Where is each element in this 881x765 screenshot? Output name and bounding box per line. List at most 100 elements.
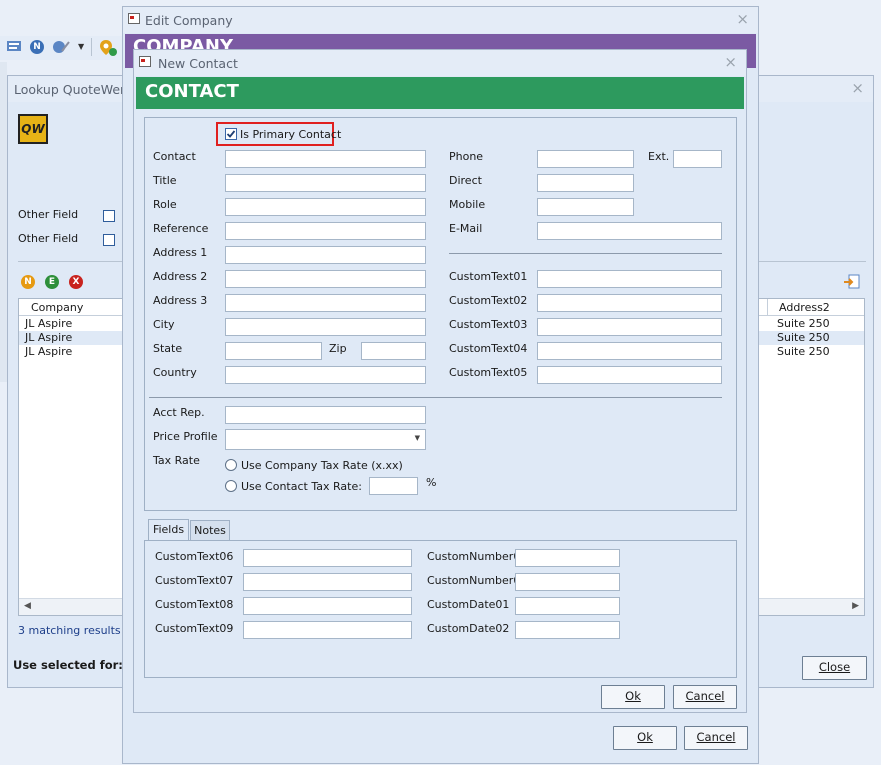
address2-input[interactable] bbox=[225, 270, 426, 288]
address3-label: Address 3 bbox=[153, 294, 208, 307]
contact-input[interactable] bbox=[225, 150, 426, 168]
customtext01-label: CustomText01 bbox=[449, 270, 528, 283]
close-icon[interactable]: × bbox=[851, 79, 864, 97]
ext-input[interactable] bbox=[673, 150, 722, 168]
primary-contact-highlight: Is Primary Contact bbox=[216, 122, 341, 146]
map-pin-icon[interactable] bbox=[99, 39, 119, 57]
role-label: Role bbox=[153, 198, 177, 211]
dropdown-arrow-icon[interactable]: ▼ bbox=[78, 42, 84, 51]
ok-button[interactable]: Ok bbox=[613, 726, 677, 750]
customtext03-input[interactable] bbox=[537, 318, 722, 336]
country-input[interactable] bbox=[225, 366, 426, 384]
acct-rep-label: Acct Rep. bbox=[153, 406, 205, 419]
customtext08-input[interactable] bbox=[243, 597, 412, 615]
tab-notes[interactable]: Notes bbox=[190, 520, 230, 541]
title-input[interactable] bbox=[225, 174, 426, 192]
city-input[interactable] bbox=[225, 318, 426, 336]
customtext06-input[interactable] bbox=[243, 549, 412, 567]
cancel-button[interactable]: Cancel bbox=[673, 685, 737, 709]
address1-input[interactable] bbox=[225, 246, 426, 264]
zip-label: Zip bbox=[329, 342, 347, 355]
customtext07-input[interactable] bbox=[243, 573, 412, 591]
customtext02-input[interactable] bbox=[537, 294, 722, 312]
is-primary-checkbox[interactable] bbox=[225, 128, 237, 140]
cancel-button[interactable]: Cancel bbox=[684, 726, 748, 750]
other-field-checkbox-1[interactable] bbox=[103, 210, 115, 222]
cancel-label: Cancel bbox=[685, 689, 725, 703]
main-toolbar: N ▼ bbox=[0, 36, 125, 60]
pen-icon[interactable] bbox=[52, 39, 72, 55]
chevron-down-icon: ▼ bbox=[414, 434, 420, 442]
new-contact-window: New Contact × CONTACT Is Primary Contact… bbox=[133, 49, 747, 713]
cancel-label: Cancel bbox=[696, 730, 736, 744]
email-label: E-Mail bbox=[449, 222, 483, 235]
close-label: Close bbox=[818, 660, 851, 674]
customtext09-input[interactable] bbox=[243, 621, 412, 639]
delete-button[interactable]: X bbox=[69, 275, 83, 289]
quotewerks-logo: QW bbox=[18, 114, 48, 144]
email-input[interactable] bbox=[537, 222, 722, 240]
contact-tax-input[interactable] bbox=[369, 477, 418, 495]
new-label: N bbox=[24, 277, 32, 287]
customtext01-input[interactable] bbox=[537, 270, 722, 288]
customtext04-input[interactable] bbox=[537, 342, 722, 360]
zip-input[interactable] bbox=[361, 342, 426, 360]
divider bbox=[449, 253, 722, 254]
col-address2[interactable]: Address2 bbox=[779, 301, 830, 314]
window-icon bbox=[139, 56, 151, 67]
contact-tax-radio[interactable] bbox=[225, 480, 237, 492]
phone-label: Phone bbox=[449, 150, 484, 163]
window-icon bbox=[128, 13, 140, 24]
customtext05-label: CustomText05 bbox=[449, 366, 528, 379]
new-button[interactable]: N bbox=[21, 275, 35, 289]
customtext02-label: CustomText02 bbox=[449, 294, 528, 307]
close-icon[interactable]: × bbox=[724, 53, 737, 71]
edit-button[interactable]: E bbox=[45, 275, 59, 289]
edit-company-title: Edit Company bbox=[145, 13, 233, 28]
scroll-left-icon[interactable]: ◀ bbox=[24, 601, 31, 611]
ok-button[interactable]: Ok bbox=[601, 685, 665, 709]
customtext03-label: CustomText03 bbox=[449, 318, 528, 331]
customtext08-label: CustomText08 bbox=[155, 598, 234, 611]
list-icon[interactable] bbox=[6, 39, 24, 55]
reference-input[interactable] bbox=[225, 222, 426, 240]
close-button[interactable]: Close bbox=[802, 656, 867, 680]
state-input[interactable] bbox=[225, 342, 322, 360]
contact-form-panel: Is Primary Contact Contact Title Role Re… bbox=[144, 117, 737, 511]
tax-rate-label: Tax Rate bbox=[153, 454, 200, 467]
customdate02-input[interactable] bbox=[515, 621, 620, 639]
col-company[interactable]: Company bbox=[31, 301, 83, 314]
company-tax-radio[interactable] bbox=[225, 459, 237, 471]
mobile-input[interactable] bbox=[537, 198, 634, 216]
customdate01-label: CustomDate01 bbox=[427, 598, 510, 611]
other-field-checkbox-2[interactable] bbox=[103, 234, 115, 246]
export-icon[interactable] bbox=[843, 274, 861, 290]
edit-company-titlebar: Edit Company × bbox=[123, 7, 758, 33]
close-icon[interactable]: × bbox=[736, 10, 749, 28]
tab-notes-label: Notes bbox=[194, 524, 226, 537]
contact-banner: CONTACT bbox=[136, 77, 744, 109]
customnumber01-input[interactable] bbox=[515, 549, 620, 567]
customdate01-input[interactable] bbox=[515, 597, 620, 615]
tab-fields[interactable]: Fields bbox=[148, 519, 189, 541]
toolbar-divider bbox=[91, 38, 92, 56]
col-separator bbox=[767, 299, 768, 315]
contact-tax-label: Use Contact Tax Rate: bbox=[241, 480, 362, 493]
address3-input[interactable] bbox=[225, 294, 426, 312]
direct-input[interactable] bbox=[537, 174, 634, 192]
ok-label: Ok bbox=[625, 689, 641, 703]
acct-rep-input[interactable] bbox=[225, 406, 426, 424]
new-contact-titlebar: New Contact × bbox=[134, 50, 746, 76]
price-profile-select[interactable]: ▼ bbox=[225, 429, 426, 450]
left-edge-panel bbox=[0, 62, 7, 382]
role-input[interactable] bbox=[225, 198, 426, 216]
n-circle-icon[interactable]: N bbox=[30, 40, 44, 54]
customnumber02-input[interactable] bbox=[515, 573, 620, 591]
customtext04-label: CustomText04 bbox=[449, 342, 528, 355]
customtext05-input[interactable] bbox=[537, 366, 722, 384]
company-tax-label: Use Company Tax Rate (x.xx) bbox=[241, 459, 403, 472]
phone-input[interactable] bbox=[537, 150, 634, 168]
row-company: JL Aspire bbox=[25, 345, 73, 358]
use-selected-label: Use selected for: bbox=[13, 658, 123, 672]
scroll-right-icon[interactable]: ▶ bbox=[852, 601, 859, 611]
